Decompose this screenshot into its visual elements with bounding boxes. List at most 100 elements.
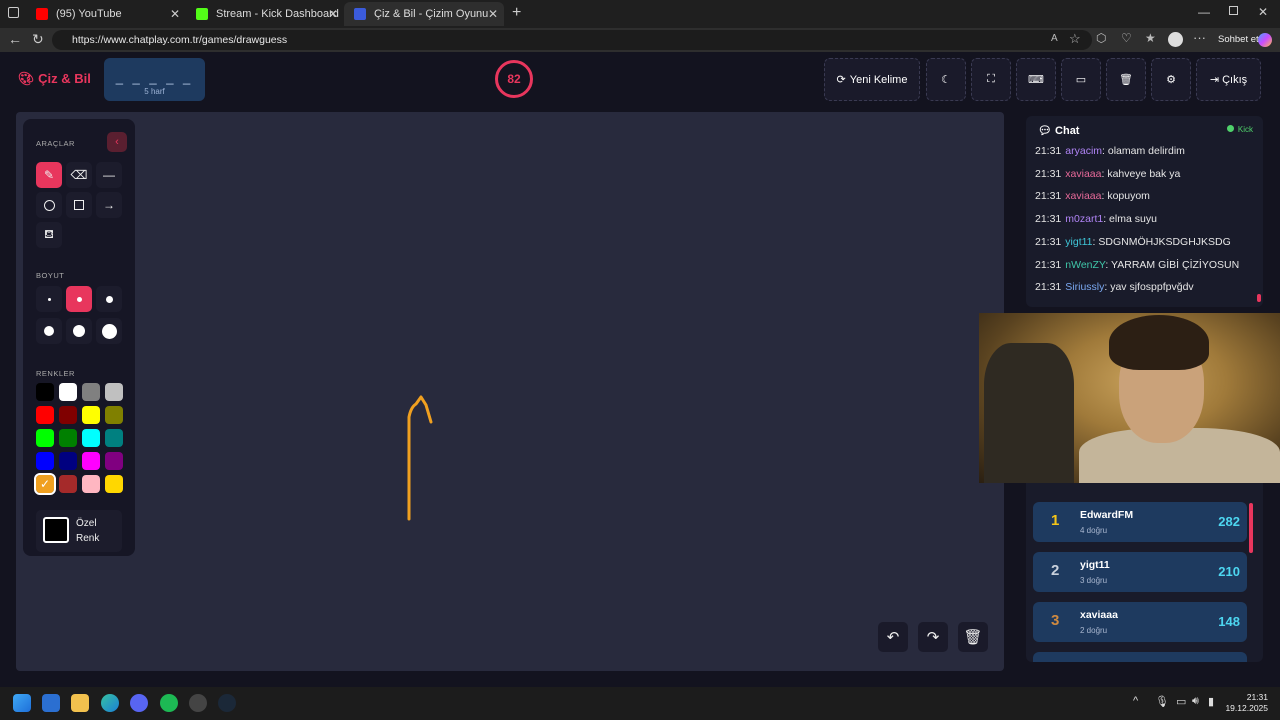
logo-text: Çiz & Bil xyxy=(38,71,91,86)
player-score: 282 xyxy=(1218,514,1240,529)
fullscreen-button[interactable]: ⛶ xyxy=(971,58,1011,101)
close-window-icon[interactable]: ✕ xyxy=(1258,5,1268,19)
color-swatch[interactable] xyxy=(82,429,100,447)
message-user[interactable]: xaviaaa xyxy=(1065,190,1101,202)
chat-scrollbar[interactable] xyxy=(1257,294,1261,302)
more-icon[interactable]: ··· xyxy=(1193,30,1206,45)
url-field[interactable]: https://www.chatplay.com.tr/games/drawgu… xyxy=(52,30,1092,50)
undo-button[interactable]: ↶ xyxy=(878,622,908,652)
redo-button[interactable]: ↷ xyxy=(918,622,948,652)
microphone-icon[interactable]: 🎙︎ xyxy=(1155,695,1169,708)
spotify-icon[interactable] xyxy=(160,694,178,712)
settings-button[interactable]: ⚙ xyxy=(1151,58,1191,101)
color-swatch[interactable] xyxy=(82,452,100,470)
color-swatch[interactable] xyxy=(59,452,77,470)
color-swatch[interactable] xyxy=(105,452,123,470)
color-swatch[interactable] xyxy=(36,406,54,424)
logout-button[interactable]: ⇥ Çıkış xyxy=(1196,58,1261,101)
new-tab-icon[interactable]: + xyxy=(512,4,521,22)
size-2[interactable] xyxy=(66,286,92,312)
collapse-panel-button[interactable]: ‹ xyxy=(107,132,127,152)
clear-button[interactable]: 🗑︎ xyxy=(1106,58,1146,101)
keyboard-button[interactable]: ⌨ xyxy=(1016,58,1056,101)
leaderboard-scrollbar[interactable] xyxy=(1249,503,1253,553)
color-swatch[interactable] xyxy=(59,429,77,447)
color-swatch[interactable] xyxy=(36,452,54,470)
archive-button[interactable]: ▭ xyxy=(1061,58,1101,101)
dark-mode-button[interactable]: ☾ xyxy=(926,58,966,101)
tab-ciz-bil[interactable]: Çiz & Bil - Çizim Oyunu ✕ xyxy=(344,2,504,26)
message-user[interactable]: xaviaaa xyxy=(1065,168,1101,180)
arrow-tool[interactable]: → xyxy=(96,192,122,218)
system-clock[interactable]: 21:31 19.12.2025 xyxy=(1225,692,1268,714)
steam-icon[interactable] xyxy=(218,694,236,712)
size-3[interactable] xyxy=(96,286,122,312)
address-bar-row: ← ↻ https://www.chatplay.com.tr/games/dr… xyxy=(0,28,1280,70)
extensions-icon[interactable]: ⬡ xyxy=(1096,31,1106,45)
message-user[interactable]: aryacim xyxy=(1065,145,1102,157)
windows-start-icon[interactable] xyxy=(13,694,31,712)
maximize-icon[interactable] xyxy=(1229,6,1238,15)
read-aloud-icon[interactable]: A xyxy=(1051,33,1058,44)
line-tool[interactable]: — xyxy=(96,162,122,188)
tab-youtube[interactable]: (95) YouTube ✕ xyxy=(26,2,186,26)
pencil-tool[interactable]: ✎ xyxy=(36,162,62,188)
color-swatch[interactable] xyxy=(82,475,100,493)
new-word-label: Yeni Kelime xyxy=(849,73,908,86)
color-swatch[interactable] xyxy=(105,429,123,447)
refresh-icon[interactable]: ↻ xyxy=(32,31,44,48)
drawing-canvas[interactable]: ARAÇLAR ‹ ✎ ⌫ — → ⛾ BOYUT RENKLER ✓ Özel xyxy=(16,112,1004,671)
obs-icon[interactable] xyxy=(189,694,207,712)
color-swatch[interactable] xyxy=(105,383,123,401)
app-logo: 🎨︎ Çiz & Bil xyxy=(18,71,91,87)
eraser-tool[interactable]: ⌫ xyxy=(66,162,92,188)
file-explorer-icon[interactable] xyxy=(71,694,89,712)
store-icon[interactable] xyxy=(42,694,60,712)
color-swatch[interactable] xyxy=(36,383,54,401)
color-swatch[interactable] xyxy=(59,406,77,424)
color-swatch[interactable] xyxy=(82,383,100,401)
size-1[interactable] xyxy=(36,286,62,312)
new-word-button[interactable]: ⟳ Yeni Kelime xyxy=(824,58,920,101)
size-6[interactable] xyxy=(96,318,122,344)
size-4[interactable] xyxy=(36,318,62,344)
message-user[interactable]: Siriussly xyxy=(1065,281,1104,293)
tab-kick-dashboard[interactable]: Stream - Kick Dashboard ✕ xyxy=(186,2,344,26)
color-swatch[interactable] xyxy=(59,383,77,401)
color-swatch[interactable] xyxy=(105,406,123,424)
color-swatch[interactable]: ✓ xyxy=(34,473,56,495)
browser-essentials-icon[interactable]: ♡ xyxy=(1121,31,1132,45)
chevron-up-icon[interactable]: ^ xyxy=(1133,695,1138,707)
color-swatch[interactable] xyxy=(36,429,54,447)
message-user[interactable]: nWenZY xyxy=(1065,259,1105,271)
custom-color-button[interactable]: Özel Renk xyxy=(36,510,122,552)
circle-tool[interactable] xyxy=(36,192,62,218)
tab-actions-icon[interactable] xyxy=(8,7,19,18)
color-swatch[interactable] xyxy=(105,475,123,493)
close-icon[interactable]: ✕ xyxy=(170,7,180,21)
clear-canvas-button[interactable]: 🗑︎ xyxy=(958,622,988,652)
battery-icon[interactable]: ▮ xyxy=(1208,695,1214,708)
fill-tool[interactable]: ⛾ xyxy=(36,222,62,248)
close-icon[interactable]: ✕ xyxy=(488,7,498,21)
color-swatch[interactable] xyxy=(82,406,100,424)
size-5[interactable] xyxy=(66,318,92,344)
back-icon[interactable]: ← xyxy=(8,31,22,47)
copilot-chat-button[interactable]: Sohbet et xyxy=(1218,34,1259,45)
message-user[interactable]: yigt11 xyxy=(1065,236,1092,248)
discord-icon[interactable] xyxy=(130,694,148,712)
color-swatch[interactable] xyxy=(59,475,77,493)
network-icon[interactable]: ▭ xyxy=(1176,695,1186,708)
close-icon[interactable]: ✕ xyxy=(328,7,338,21)
trash-icon: 🗑︎ xyxy=(1119,74,1133,86)
copilot-icon[interactable] xyxy=(1258,33,1272,47)
volume-icon[interactable]: 🔊︎ xyxy=(1192,695,1199,708)
favorite-icon[interactable]: ☆ xyxy=(1069,31,1081,47)
rectangle-tool[interactable] xyxy=(66,192,92,218)
minimize-icon[interactable]: — xyxy=(1198,5,1210,19)
message-user[interactable]: m0zart1 xyxy=(1065,213,1103,225)
favorites-bar-icon[interactable]: ★ xyxy=(1145,31,1156,45)
profile-avatar[interactable] xyxy=(1168,32,1183,47)
tools-title: ARAÇLAR xyxy=(36,139,75,148)
edge-icon[interactable] xyxy=(101,694,119,712)
